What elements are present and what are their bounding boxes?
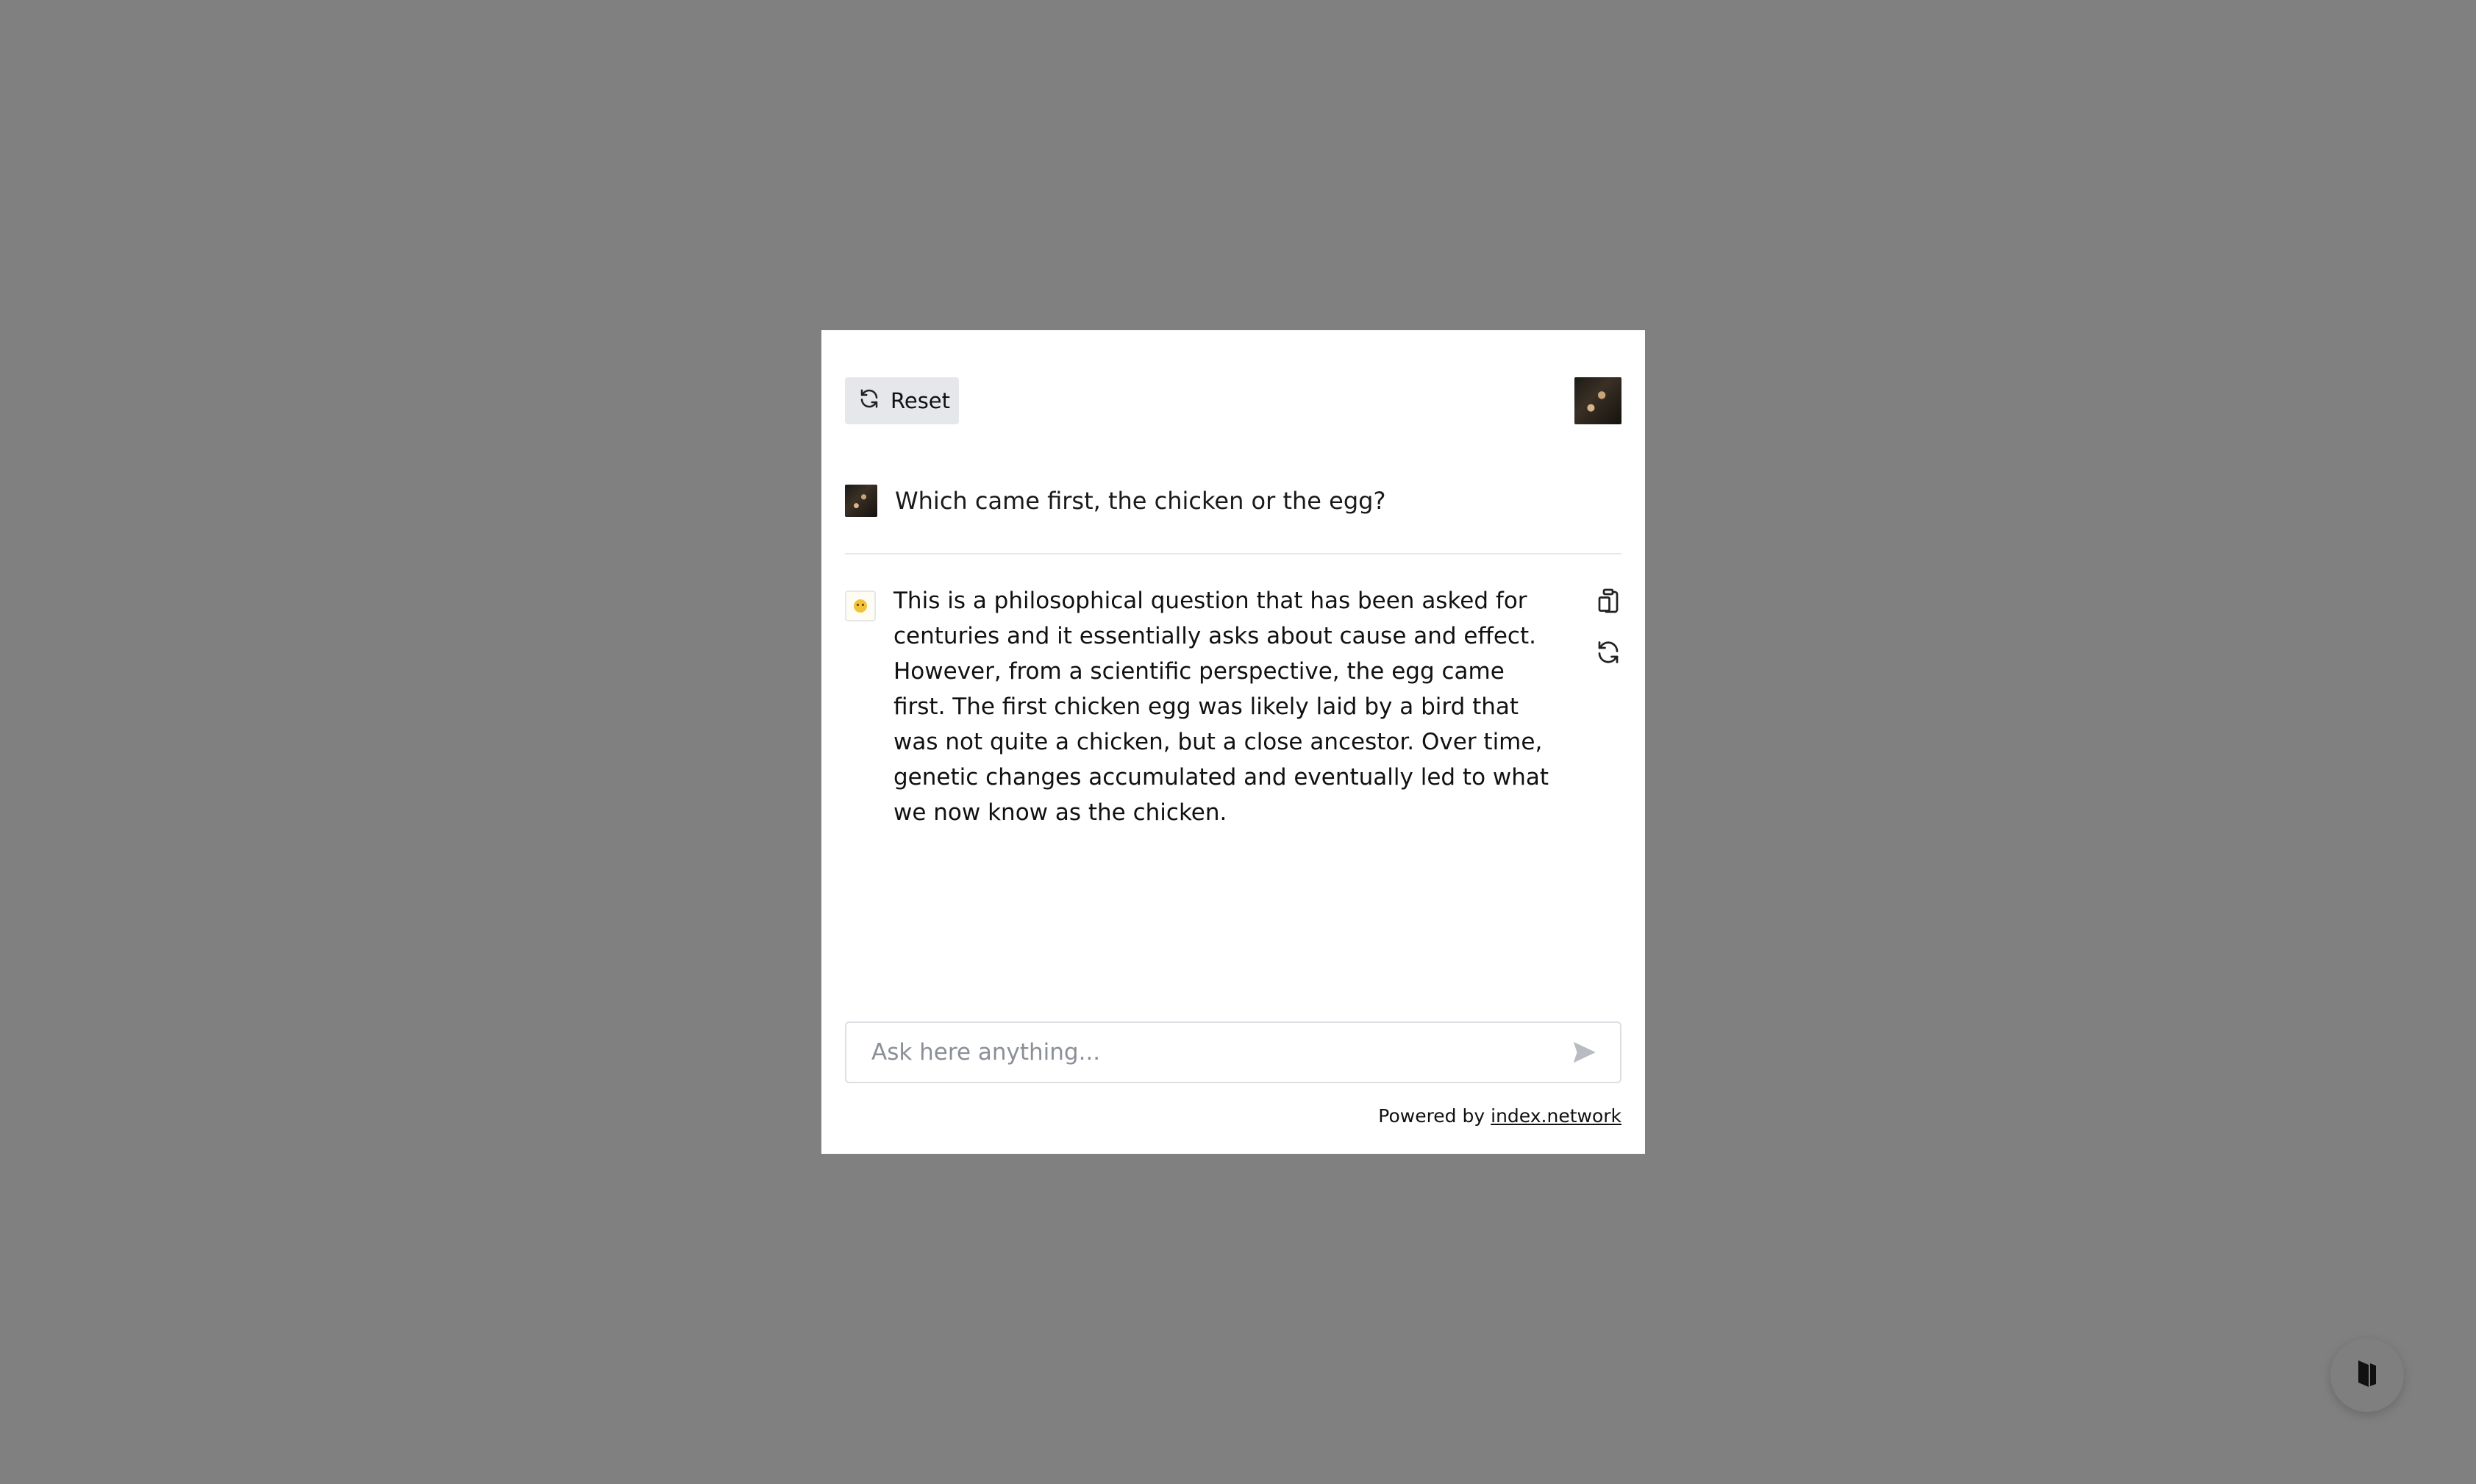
assistant-message-row: This is a philosophical question that ha…: [845, 588, 1621, 830]
message-divider: [845, 553, 1621, 554]
chat-input[interactable]: [870, 1038, 1570, 1066]
assistant-avatar-icon: [845, 591, 876, 621]
powered-by: Powered by index.network: [1378, 1105, 1621, 1127]
user-message: Which came first, the chicken or the egg…: [895, 487, 1386, 515]
refresh-icon: [858, 388, 880, 415]
user-avatar: [845, 485, 877, 517]
copy-icon[interactable]: [1595, 588, 1621, 614]
index-logo-icon: [2352, 1358, 2382, 1393]
regenerate-icon[interactable]: [1595, 639, 1621, 666]
chat-input-box: [845, 1021, 1621, 1083]
assistant-message: This is a philosophical question that ha…: [893, 588, 1549, 826]
message-actions: [1595, 588, 1621, 666]
powered-by-label: Powered by: [1378, 1105, 1485, 1127]
profile-avatar[interactable]: [1574, 377, 1621, 424]
reset-label: Reset: [891, 388, 951, 413]
chat-launcher-button[interactable]: [2330, 1338, 2404, 1412]
index-network-link[interactable]: index.network: [1491, 1105, 1621, 1127]
reset-button[interactable]: Reset: [845, 377, 959, 424]
send-icon[interactable]: [1570, 1038, 1598, 1066]
user-message-row: Which came first, the chicken or the egg…: [845, 485, 1621, 517]
chat-modal: Reset Which came first, the chicken or t…: [821, 330, 1645, 1154]
